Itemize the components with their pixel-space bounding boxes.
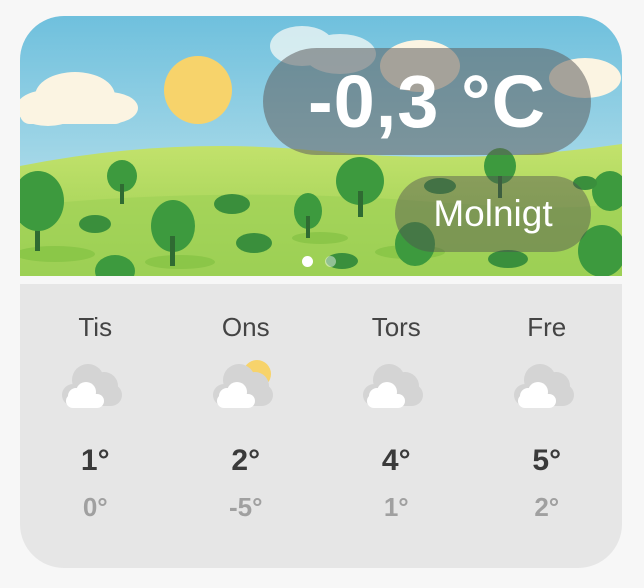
forecast-row: Tis 1° 0° Ons 2° -5° Tors 4° 1° Fre 5° 2… xyxy=(20,284,622,568)
forecast-day[interactable]: Tors 4° 1° xyxy=(321,284,472,568)
forecast-low: 1° xyxy=(383,492,409,522)
current-condition-pill: Molnigt xyxy=(395,176,591,252)
forecast-low: 0° xyxy=(82,492,108,522)
day-name: Ons xyxy=(221,312,270,342)
partly-cloudy-icon xyxy=(212,360,273,408)
forecast-low: -5° xyxy=(228,492,263,522)
day-name: Fre xyxy=(527,312,567,342)
sun-icon xyxy=(164,56,232,124)
cloudy-icon xyxy=(363,364,423,408)
current-temperature: -0,3 °C xyxy=(307,60,547,143)
day-name: Tis xyxy=(78,312,113,342)
day-name: Tors xyxy=(371,312,421,342)
current-temperature-pill: -0,3 °C xyxy=(263,48,591,155)
forecast-high: 2° xyxy=(231,444,261,477)
weather-hero-illustration[interactable]: -0,3 °C Molnigt xyxy=(20,16,622,276)
forecast-high: 4° xyxy=(381,444,411,477)
forecast-day[interactable]: Ons 2° -5° xyxy=(171,284,322,568)
forecast-day[interactable]: Fre 5° 2° xyxy=(472,284,623,568)
current-condition: Molnigt xyxy=(433,193,553,234)
divider xyxy=(20,276,622,284)
forecast-high: 5° xyxy=(532,444,562,477)
forecast-high: 1° xyxy=(80,444,110,477)
cloudy-icon xyxy=(62,364,122,408)
weather-widget[interactable]: -0,3 °C Molnigt Tis 1° 0° Ons 2° -5° Tor… xyxy=(20,16,622,568)
cloudy-icon xyxy=(513,364,574,408)
page-dot-2[interactable] xyxy=(325,256,336,267)
forecast-low: 2° xyxy=(534,492,560,522)
page-dot-1[interactable] xyxy=(302,256,313,267)
forecast-day[interactable]: Tis 1° 0° xyxy=(20,284,171,568)
page-indicator[interactable] xyxy=(302,256,336,267)
